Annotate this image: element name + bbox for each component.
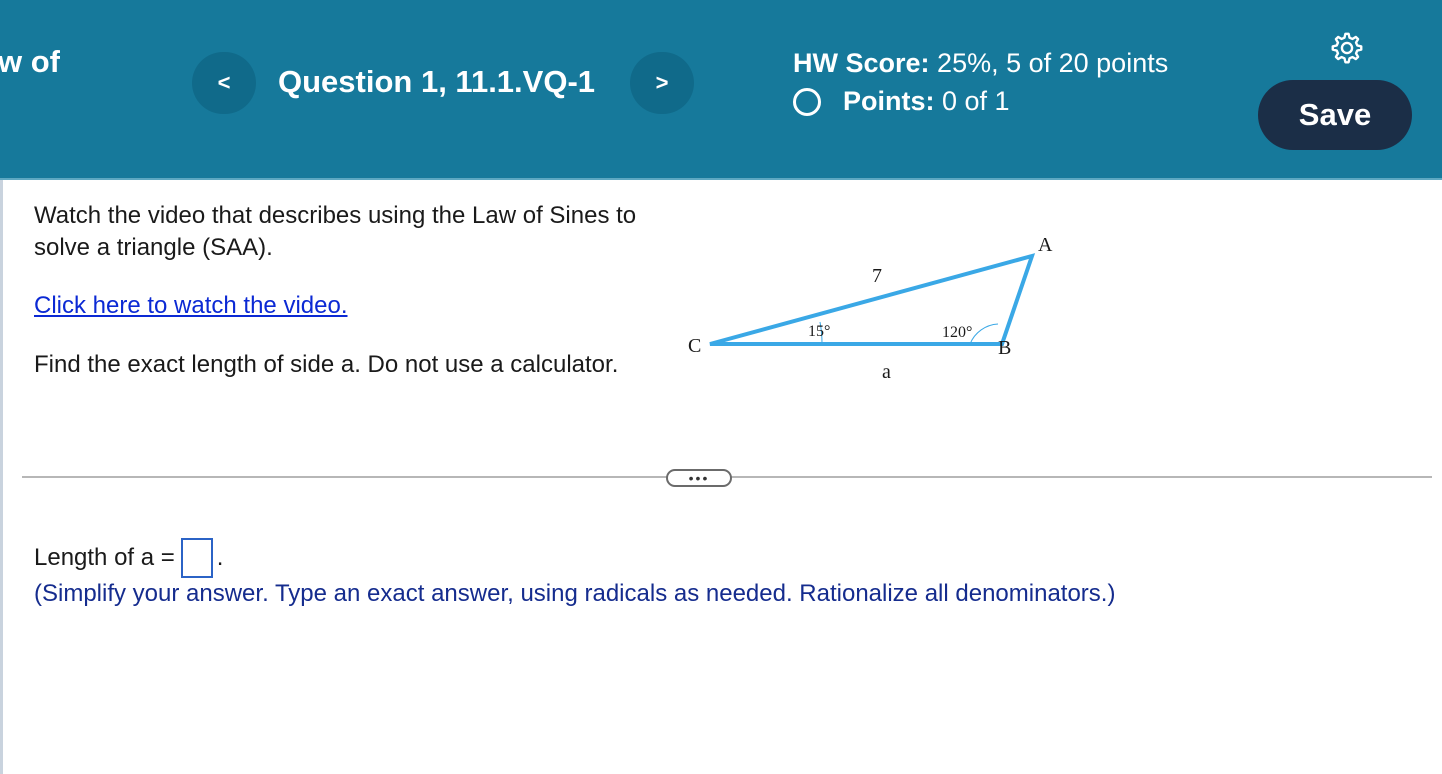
side-ca-label: 7 xyxy=(872,265,882,287)
side-cb-label: a xyxy=(882,361,891,383)
points-value: 0 of 1 xyxy=(942,86,1010,116)
points-label: Points: xyxy=(843,86,935,116)
next-question-button[interactable]: > xyxy=(630,52,694,114)
hw-score: HW Score: 25%, 5 of 20 points xyxy=(793,48,1168,79)
more-options-button[interactable]: ••• xyxy=(666,469,732,487)
hw-score-label: HW Score: xyxy=(793,48,930,78)
points-status-circle-icon xyxy=(793,87,821,116)
gear-icon[interactable] xyxy=(1328,29,1366,67)
answer-hint: (Simplify your answer. Type an exact ans… xyxy=(34,580,1116,607)
triangle-figure: A B C 7 a 15° 120° xyxy=(688,234,1053,383)
question-header: w of < Question 1, 11.1.VQ-1 > HW Score:… xyxy=(0,0,1442,180)
triangle-shape xyxy=(709,253,1036,346)
angle-c-label: 15° xyxy=(808,323,830,340)
angle-b-label: 120° xyxy=(942,324,972,341)
angle-b-arc xyxy=(969,323,999,345)
previous-question-button[interactable]: < xyxy=(192,52,256,114)
answer-suffix: . xyxy=(216,544,224,571)
hw-score-value: 25%, 5 of 20 points xyxy=(937,48,1169,78)
question-count-fragment: w of xyxy=(0,44,60,79)
question-title: Question 1, 11.1.VQ-1 xyxy=(278,64,596,99)
answer-row: Length of a = . xyxy=(34,538,223,578)
chevron-right-icon: > xyxy=(655,70,669,95)
vertex-b-label: B xyxy=(998,337,1011,359)
vertex-a-label: A xyxy=(1038,234,1053,256)
left-edge-border xyxy=(0,180,3,774)
answer-label: Length of a = xyxy=(34,544,175,571)
page: w of < Question 1, 11.1.VQ-1 > HW Score:… xyxy=(0,0,1442,774)
answer-input[interactable] xyxy=(180,538,213,578)
question-prompt: Find the exact length of side a. Do not … xyxy=(34,351,619,378)
points: Points: 0 of 1 xyxy=(793,86,1010,117)
chevron-left-icon: < xyxy=(217,70,231,95)
vertex-c-label: C xyxy=(688,335,701,357)
question-intro: Watch the video that describes using the… xyxy=(34,202,637,261)
watch-video-link[interactable]: Click here to watch the video. xyxy=(34,290,348,322)
save-button[interactable]: Save xyxy=(1258,80,1412,150)
